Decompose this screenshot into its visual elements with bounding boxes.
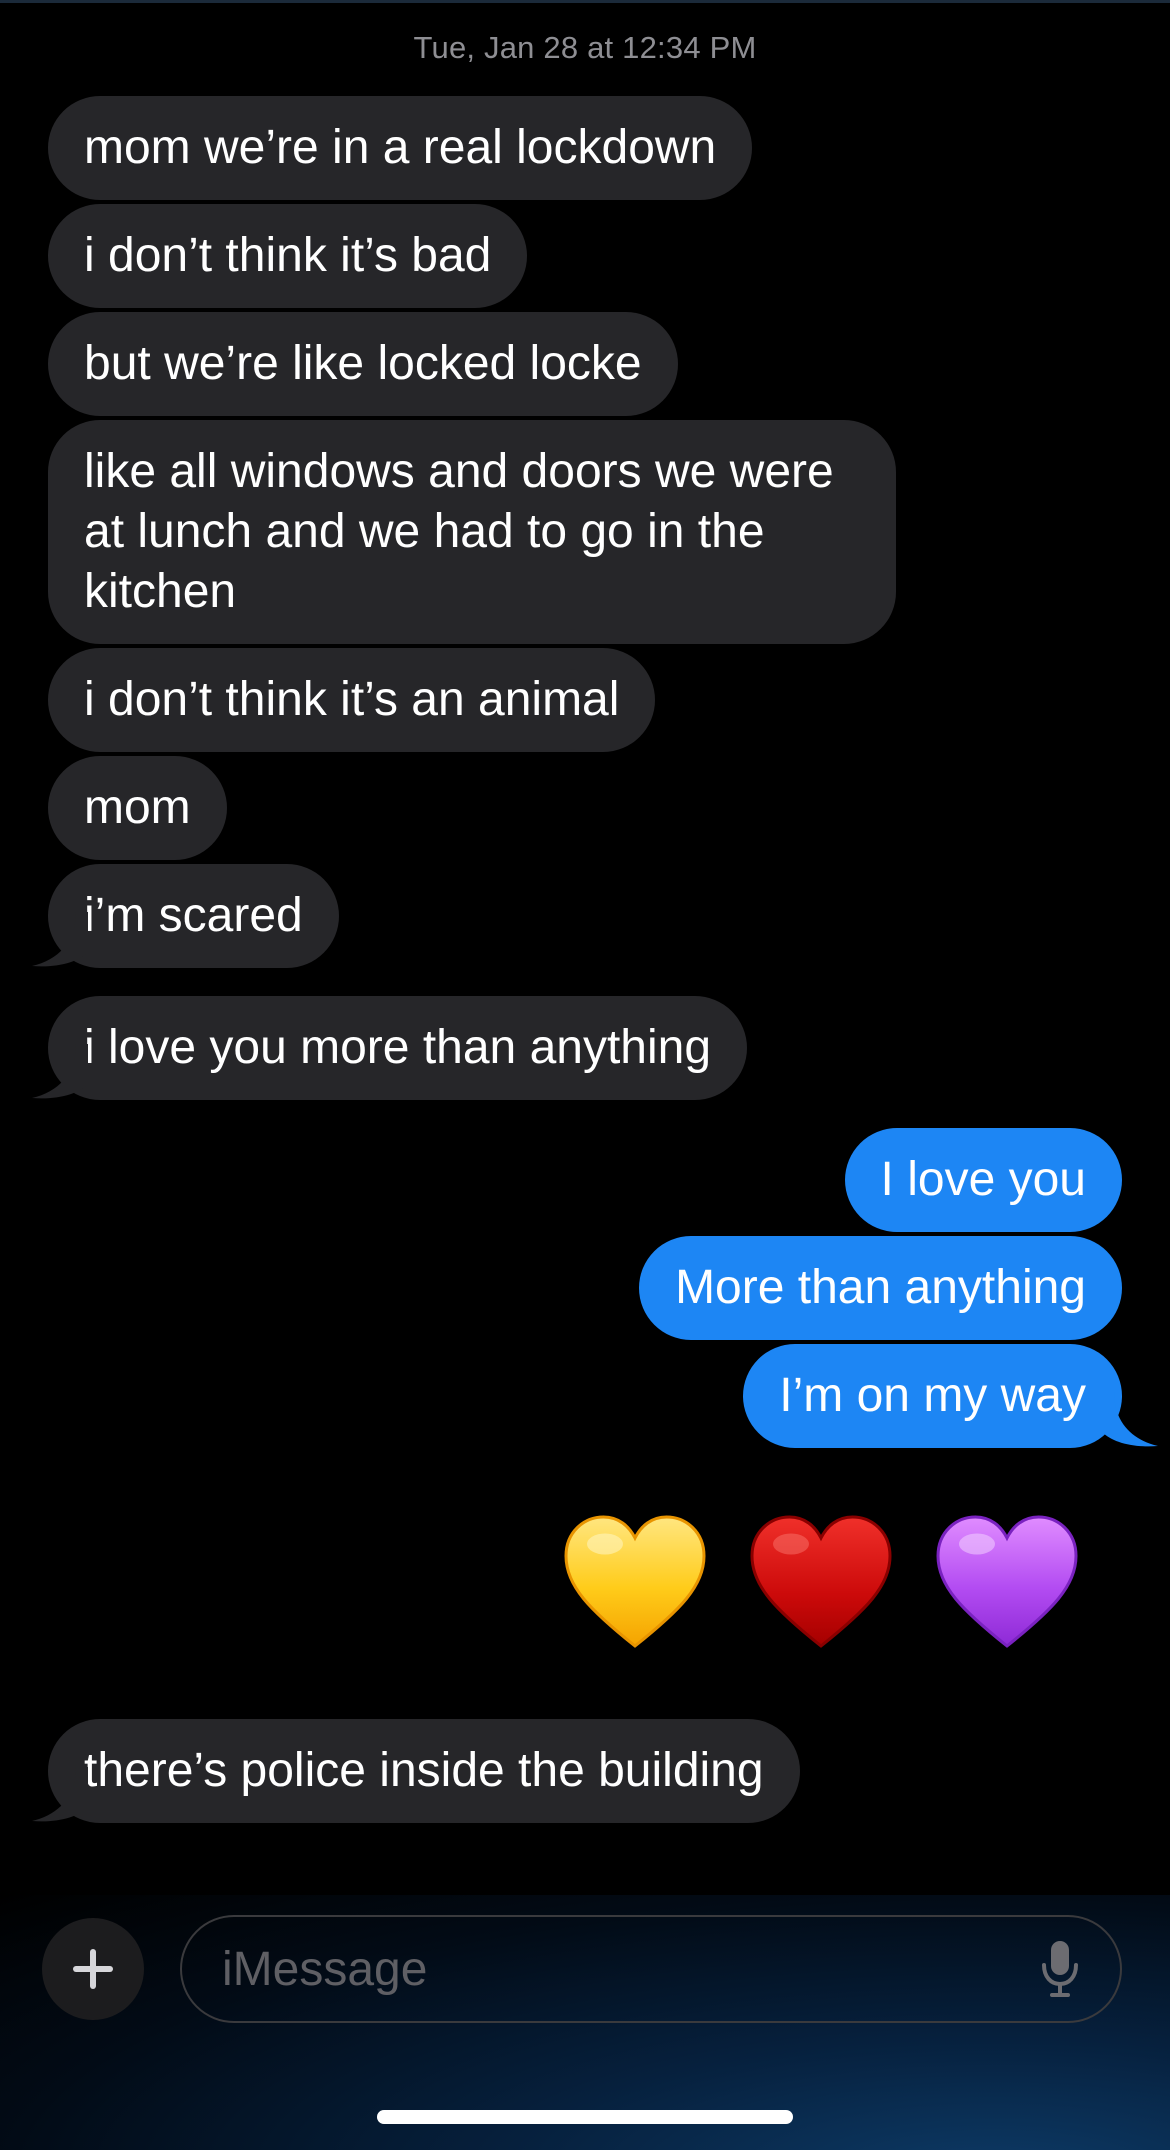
message-bubble-received[interactable]: there’s police inside the building bbox=[48, 1719, 800, 1823]
conversation-timestamp: Tue, Jan 28 at 12:34 PM bbox=[413, 30, 757, 65]
message-bubble-sent[interactable]: I love you bbox=[844, 1128, 1122, 1232]
message-bubble-received[interactable]: i love you more than anything bbox=[48, 996, 748, 1100]
top-edge bbox=[0, 0, 1170, 3]
plus-icon bbox=[73, 1949, 113, 1989]
yellow-heart-icon bbox=[564, 1515, 706, 1648]
message-bubble-received[interactable]: i don’t think it’s an animal bbox=[48, 648, 656, 752]
bubble-tail-received bbox=[32, 1767, 88, 1822]
message-bubble-received[interactable]: i’m scared bbox=[48, 864, 339, 968]
red-heart-icon bbox=[750, 1515, 892, 1648]
message-bubble-received[interactable]: mom we’re in a real lockdown bbox=[48, 96, 753, 200]
emoji-message[interactable] bbox=[560, 1508, 1100, 1668]
purple-heart-icon bbox=[936, 1515, 1078, 1648]
message-bubble-sent[interactable]: More than anything bbox=[639, 1236, 1122, 1340]
message-input-placeholder: iMessage bbox=[222, 1942, 428, 1996]
message-input[interactable]: iMessage bbox=[180, 1915, 1122, 2023]
bubble-tail-sent bbox=[1102, 1392, 1158, 1447]
message-bubble-received[interactable]: like all windows and doors we were at lu… bbox=[48, 420, 896, 644]
message-bubble-received[interactable]: but we’re like locked locke bbox=[48, 312, 678, 416]
message-bubble-received[interactable]: mom bbox=[48, 756, 227, 860]
bubble-tail-received bbox=[32, 1044, 88, 1099]
message-bubble-received[interactable]: i don’t think it’s bad bbox=[48, 204, 528, 308]
home-indicator bbox=[377, 2110, 793, 2124]
microphone-icon[interactable] bbox=[1040, 1939, 1080, 1999]
add-attachment-button[interactable] bbox=[42, 1918, 144, 2020]
message-bubble-sent[interactable]: I’m on my way bbox=[743, 1344, 1122, 1448]
bubble-tail-received bbox=[32, 912, 88, 967]
